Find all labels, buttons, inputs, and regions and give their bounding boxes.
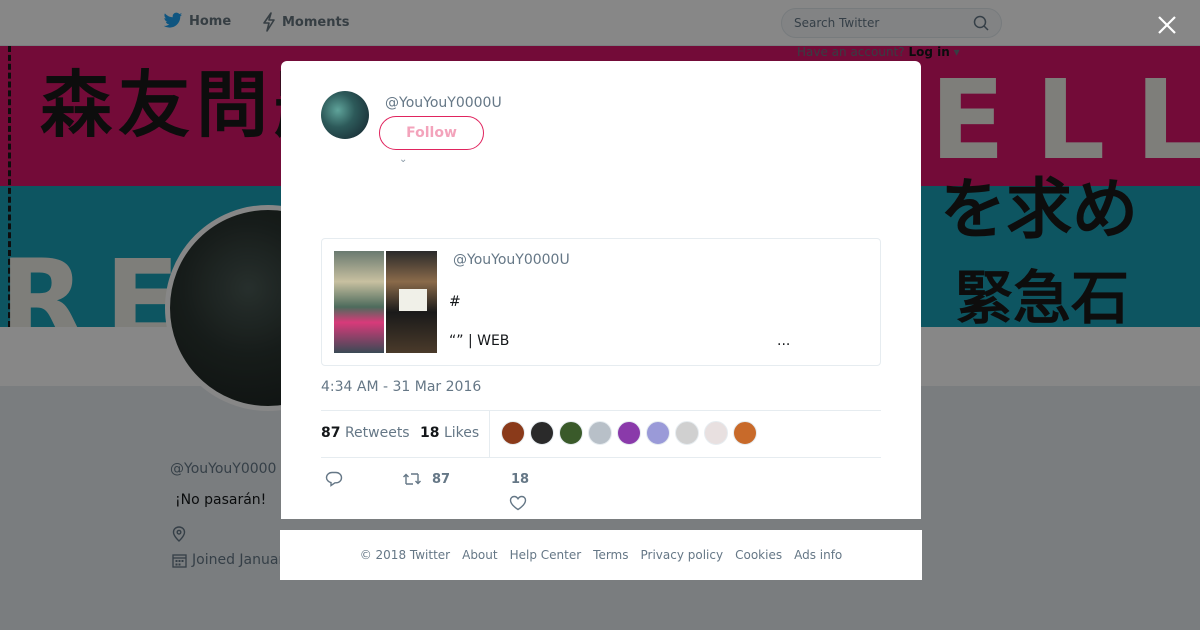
- modal-footer: © 2018 Twitter About Help Center Terms Priva…: [280, 530, 922, 580]
- quoted-tweet-ellipsis: ...: [777, 333, 791, 349]
- footer-link[interactable]: Ads info: [794, 548, 842, 562]
- liker-avatar[interactable]: [501, 421, 525, 445]
- likes-count: 18: [420, 425, 440, 441]
- tweet-modal: @YouYouY0000U Follow ⌄ @YouYouY0000U # “…: [281, 61, 921, 519]
- liker-avatar[interactable]: [675, 421, 699, 445]
- liker-avatar[interactable]: [530, 421, 554, 445]
- like-action-count: 18: [511, 472, 530, 487]
- quoted-tweet-card[interactable]: @YouYouY0000U # “” | WEB ...: [321, 238, 881, 366]
- follow-button[interactable]: Follow: [379, 116, 484, 150]
- liker-avatar[interactable]: [733, 421, 757, 445]
- close-icon: [1158, 16, 1176, 34]
- chevron-down-icon[interactable]: ⌄: [399, 154, 407, 165]
- like-button[interactable]: [509, 495, 527, 515]
- retweets-stat[interactable]: 87 Retweets: [321, 425, 410, 441]
- stats-divider: [489, 411, 490, 457]
- footer-link[interactable]: Privacy policy: [641, 548, 724, 562]
- liker-avatar[interactable]: [617, 421, 641, 445]
- tweet-author-handle[interactable]: @YouYouY0000U: [385, 95, 502, 111]
- retweet-action-count: 87: [432, 471, 451, 487]
- liker-avatar[interactable]: [704, 421, 728, 445]
- close-modal-button[interactable]: [1154, 12, 1180, 38]
- footer-link[interactable]: Help Center: [510, 548, 582, 562]
- quoted-tweet-text: “” | WEB: [449, 333, 510, 349]
- retweets-count: 87: [321, 425, 341, 441]
- quoted-tweet-handle: @YouYouY0000U: [453, 252, 570, 268]
- liker-avatars: [501, 421, 757, 445]
- likes-stat[interactable]: 18 Likes: [420, 425, 479, 441]
- quoted-tweet-image-sign: [399, 289, 427, 311]
- retweet-icon: [403, 473, 421, 485]
- heart-icon: [509, 495, 527, 511]
- liker-avatar[interactable]: [559, 421, 583, 445]
- footer-link[interactable]: Cookies: [735, 548, 782, 562]
- tweet-stats: 87 Retweets 18 Likes: [321, 410, 881, 458]
- retweets-label: Retweets: [344, 425, 410, 441]
- quoted-tweet-hashtag: #: [449, 294, 461, 310]
- reply-button[interactable]: [325, 471, 353, 487]
- footer-link[interactable]: About: [462, 548, 497, 562]
- retweet-button[interactable]: 87: [402, 471, 450, 487]
- quoted-tweet-image-1: [334, 251, 384, 353]
- tweet-timestamp[interactable]: 4:34 AM - 31 Mar 2016: [321, 379, 481, 395]
- tweet-actions: 87 18: [321, 466, 621, 516]
- reply-icon: [325, 471, 343, 487]
- footer-copyright: © 2018 Twitter: [359, 548, 451, 562]
- tweet-author-avatar[interactable]: [321, 91, 369, 139]
- likes-label: Likes: [443, 425, 480, 441]
- liker-avatar[interactable]: [588, 421, 612, 445]
- footer-link[interactable]: Terms: [593, 548, 628, 562]
- liker-avatar[interactable]: [646, 421, 670, 445]
